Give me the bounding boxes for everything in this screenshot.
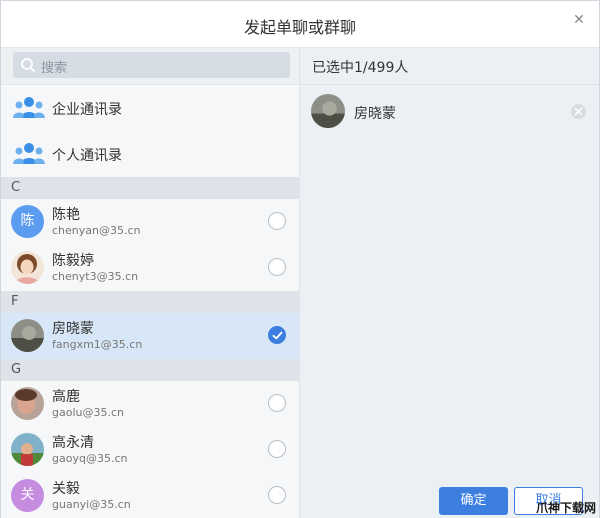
contact-row[interactable]: 房晓蒙 fangxm1@35.cn — [1, 313, 299, 359]
avatar-photo — [11, 251, 44, 284]
contact-email: fangxm1@35.cn — [52, 338, 143, 351]
contact-email: chenyan@35.cn — [52, 224, 141, 237]
section-header-g: G — [1, 359, 299, 381]
selected-name: 房晓蒙 — [354, 106, 396, 122]
contact-row[interactable]: 陈毅婷 chenyt3@35.cn — [1, 245, 299, 291]
avatar — [11, 433, 44, 466]
selected-panel: 已选中1/499人 房晓蒙 确定 取消 — [300, 48, 599, 518]
selected-item: 房晓蒙 — [300, 86, 599, 136]
contact-row[interactable]: 高永清 gaoyq@35.cn — [1, 427, 299, 473]
confirm-button[interactable]: 确定 — [439, 487, 508, 515]
contact-name: 关毅 — [52, 481, 80, 497]
contact-row[interactable]: 陈 陈艳 chenyan@35.cn — [1, 199, 299, 245]
directory-label: 企业通讯录 — [52, 102, 122, 118]
contact-picker-dialog: 发起单聊或群聊 ✕ 搜索 企业通讯录 个人通讯录 C 陈 陈艳 chenyan@… — [0, 0, 600, 518]
selected-count: 已选中1/499人 — [312, 60, 409, 76]
section-letter: G — [11, 362, 22, 377]
close-icon — [574, 107, 583, 116]
section-letter: C — [11, 180, 21, 195]
select-radio[interactable] — [268, 258, 286, 276]
search-input[interactable]: 搜索 — [13, 52, 290, 78]
select-radio[interactable] — [268, 440, 286, 458]
select-radio[interactable] — [268, 212, 286, 230]
dialog-title: 发起单聊或群聊 — [243, 18, 356, 37]
watermark: 爪神下载网 — [535, 501, 596, 515]
avatar-photo — [311, 94, 345, 128]
select-radio[interactable] — [268, 394, 286, 412]
directory-personal[interactable]: 个人通讯录 — [1, 131, 299, 177]
select-radio[interactable] — [268, 326, 286, 344]
contact-email: gaoyq@35.cn — [52, 452, 128, 465]
close-icon[interactable]: ✕ — [571, 12, 587, 28]
contact-email: gaolu@35.cn — [52, 406, 124, 419]
contact-name: 陈毅婷 — [52, 253, 94, 269]
contact-email: chenyt3@35.cn — [52, 270, 139, 283]
contact-name: 高鹿 — [52, 389, 80, 405]
selected-header: 已选中1/499人 — [300, 48, 599, 85]
search-bar: 搜索 — [1, 48, 299, 85]
avatar: 关 — [11, 479, 44, 512]
avatar — [11, 251, 44, 284]
people-group-icon — [13, 143, 45, 164]
directory-label: 个人通讯录 — [52, 148, 122, 164]
avatar — [11, 319, 44, 352]
contact-row[interactable]: 关 关毅 guanyi@35.cn — [1, 473, 299, 518]
contact-row[interactable]: 高鹿 gaolu@35.cn — [1, 381, 299, 427]
contact-name: 房晓蒙 — [52, 321, 94, 337]
avatar: 陈 — [11, 205, 44, 238]
contact-name: 陈艳 — [52, 207, 80, 223]
avatar-photo — [11, 433, 44, 466]
search-icon — [21, 58, 35, 72]
checkmark-icon — [272, 331, 283, 340]
search-placeholder: 搜索 — [41, 61, 68, 76]
directory-enterprise[interactable]: 企业通讯录 — [1, 85, 299, 131]
avatar — [311, 94, 345, 128]
avatar-photo — [11, 319, 44, 352]
contact-list-panel: 搜索 企业通讯录 个人通讯录 C 陈 陈艳 chenyan@35.cn 陈毅婷 … — [1, 48, 300, 518]
section-header-c: C — [1, 177, 299, 199]
avatar-photo — [11, 387, 44, 420]
remove-button[interactable] — [571, 104, 586, 119]
select-radio[interactable] — [268, 486, 286, 504]
avatar — [11, 387, 44, 420]
dialog-titlebar: 发起单聊或群聊 ✕ — [1, 1, 599, 48]
section-header-f: F — [1, 291, 299, 313]
section-letter: F — [11, 294, 19, 309]
contact-name: 高永清 — [52, 435, 94, 451]
contact-email: guanyi@35.cn — [52, 498, 131, 511]
people-group-icon — [13, 97, 45, 118]
